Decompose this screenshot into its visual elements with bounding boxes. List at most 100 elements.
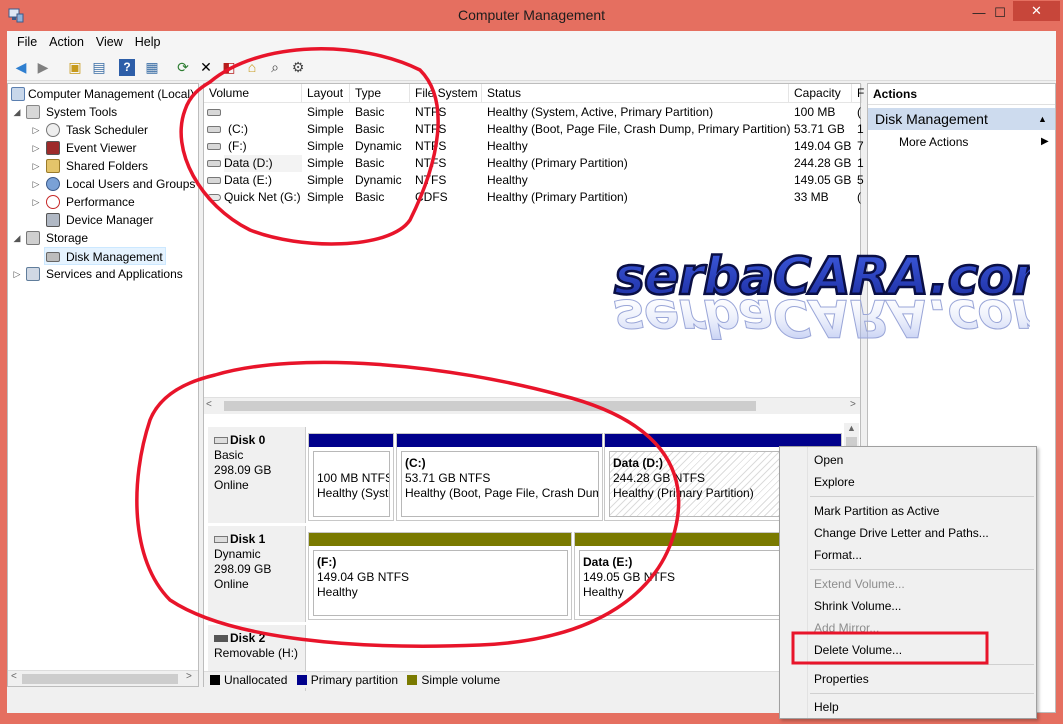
menu-item-help[interactable]: Help <box>814 696 839 718</box>
show-hide-tree-icon[interactable]: ▤ <box>89 57 109 77</box>
primary-partition-swatch <box>296 675 307 685</box>
refresh-icon[interactable]: ⟳ <box>173 57 193 77</box>
actions-header: Actions <box>868 84 1055 105</box>
tree-node-performance[interactable]: ▷ Performance <box>8 193 198 211</box>
menu-item-format[interactable]: Format... <box>814 544 862 566</box>
scrollbar-thumb[interactable] <box>224 401 756 411</box>
performance-icon <box>46 195 60 209</box>
tree-node-task-scheduler[interactable]: ▷ Task Scheduler <box>8 121 198 139</box>
tree-node-storage[interactable]: ◢ Storage <box>8 229 198 247</box>
device-manager-icon <box>46 213 60 227</box>
collapsed-arrow-icon[interactable]: ▷ <box>31 157 41 175</box>
volume-row[interactable]: (C:) Simple Basic NTFS Healthy (Boot, Pa… <box>204 121 864 138</box>
scroll-right-icon[interactable]: > <box>850 399 856 410</box>
menu-item-mark-active[interactable]: Mark Partition as Active <box>814 500 939 522</box>
expanded-arrow-icon[interactable]: ◢ <box>12 229 22 247</box>
toolbar: ◀ ▶ ▣ ▤ ? ▦ ⟳ ✕ ◧ ⌂ ⌕ ⚙ <box>7 53 1056 81</box>
tree-node-event-viewer[interactable]: ▷ Event Viewer <box>8 139 198 157</box>
title-bar: Computer Management — ☐ ✕ <box>0 0 1063 31</box>
tree-horizontal-scrollbar[interactable]: < > <box>8 670 198 686</box>
help-icon[interactable]: ? <box>119 59 135 76</box>
legend: Unallocated Primary partition Simple vol… <box>204 671 860 688</box>
menu-item-delete-volume[interactable]: Delete Volume... <box>814 639 902 661</box>
context-menu: Open Explore Mark Partition as Active Ch… <box>779 446 1037 719</box>
maximize-button[interactable]: ☐ <box>987 4 1013 24</box>
menu-action[interactable]: Action <box>43 31 90 53</box>
watermark-logo: serbaCARA.com serbaCARA.com <box>613 248 1030 348</box>
computer-icon <box>11 87 25 101</box>
scroll-left-icon[interactable]: < <box>11 671 17 682</box>
properties-icon[interactable]: ◧ <box>219 57 239 77</box>
scroll-up-icon[interactable]: ▲ <box>847 423 856 433</box>
menu-item-shrink-volume[interactable]: Shrink Volume... <box>814 595 901 617</box>
more-actions[interactable]: More Actions ▶ <box>868 132 1055 152</box>
forward-arrow-icon[interactable]: ▶ <box>33 57 53 77</box>
column-free-space[interactable]: F <box>852 84 864 103</box>
column-file-system[interactable]: File System <box>410 84 482 103</box>
menu-item-properties[interactable]: Properties <box>814 668 869 690</box>
expanded-arrow-icon[interactable]: ◢ <box>12 103 22 121</box>
volume-row[interactable]: Simple Basic NTFS Healthy (System, Activ… <box>204 104 861 121</box>
column-volume[interactable]: Volume <box>204 84 302 103</box>
menu-item-explore[interactable]: Explore <box>814 471 855 493</box>
volume-list-horizontal-scrollbar[interactable]: < > <box>204 397 860 414</box>
up-folder-icon[interactable]: ▣ <box>65 57 85 77</box>
volume-row[interactable]: (F:) Simple Dynamic NTFS Healthy 149.04 … <box>204 138 864 155</box>
search-icon[interactable]: ⌕ <box>265 57 285 77</box>
actions-section-disk-management[interactable]: Disk Management ▲ <box>868 108 1055 130</box>
submenu-arrow-icon: ▶ <box>1041 136 1049 147</box>
collapsed-arrow-icon[interactable]: ▷ <box>12 265 22 283</box>
event-log-icon <box>46 141 60 155</box>
back-arrow-icon[interactable]: ◀ <box>11 57 31 77</box>
column-capacity[interactable]: Capacity <box>789 84 852 103</box>
disk-0-label[interactable]: Disk 0 Basic 298.09 GB Online <box>208 427 306 523</box>
removable-disk-icon <box>214 635 228 642</box>
column-layout[interactable]: Layout <box>302 84 350 103</box>
collapsed-arrow-icon[interactable]: ▷ <box>31 139 41 157</box>
tree-node-services[interactable]: ▷ Services and Applications <box>8 265 198 283</box>
services-icon <box>26 267 40 281</box>
volume-row[interactable]: Data (E:) Simple Dynamic NTFS Healthy 14… <box>204 172 864 189</box>
collapsed-arrow-icon[interactable]: ▷ <box>31 175 41 193</box>
delete-icon[interactable]: ✕ <box>196 57 216 77</box>
disk-icon <box>46 252 60 262</box>
column-status[interactable]: Status <box>482 84 789 103</box>
show-hide-action-pane-icon[interactable]: ▦ <box>142 57 162 77</box>
collapsed-arrow-icon[interactable]: ▷ <box>31 121 41 139</box>
partition-system-reserved[interactable]: 100 MB NTFS Healthy (Syste <box>308 433 394 521</box>
simple-volume-swatch <box>407 675 418 685</box>
collapsed-arrow-icon[interactable]: ▷ <box>31 193 41 211</box>
console-tree: Computer Management (Local) ◢ System Too… <box>7 83 199 687</box>
tree-node-system-tools[interactable]: ◢ System Tools <box>8 103 198 121</box>
drive-icon <box>207 160 221 167</box>
menu-item-open[interactable]: Open <box>814 449 843 471</box>
tree-node-disk-management[interactable]: Disk Management <box>44 247 166 265</box>
settings-icon[interactable]: ⚙ <box>288 57 308 77</box>
close-button[interactable]: ✕ <box>1013 1 1060 21</box>
disk-icon <box>214 437 228 444</box>
tree-node-device-manager[interactable]: Device Manager <box>8 211 198 229</box>
volume-row[interactable]: Data (D:) Simple Basic NTFS Healthy (Pri… <box>204 155 864 172</box>
scrollbar-thumb[interactable] <box>22 674 178 684</box>
partition-f[interactable]: (F:) 149.04 GB NTFS Healthy <box>308 532 572 620</box>
disk-management-pane: Volume Layout Type File System Status Ca… <box>203 83 864 691</box>
menu-item-extend-volume: Extend Volume... <box>814 577 905 591</box>
tree-node-computer-management[interactable]: Computer Management (Local) <box>8 85 198 103</box>
collapse-arrow-icon[interactable]: ▲ <box>1038 108 1047 130</box>
menu-item-change-drive-letter[interactable]: Change Drive Letter and Paths... <box>814 522 989 544</box>
scroll-right-icon[interactable]: > <box>186 671 192 682</box>
disk-1-label[interactable]: Disk 1 Dynamic 298.09 GB Online <box>208 526 306 622</box>
tree-node-local-users[interactable]: ▷ Local Users and Groups <box>8 175 198 193</box>
volume-row[interactable]: Quick Net (G:) Simple Basic CDFS Healthy… <box>204 189 861 206</box>
open-icon[interactable]: ⌂ <box>242 57 262 77</box>
column-type[interactable]: Type <box>350 84 410 103</box>
menu-view[interactable]: View <box>90 31 129 53</box>
drive-icon <box>207 126 221 133</box>
menu-help[interactable]: Help <box>129 31 167 53</box>
tree-node-shared-folders[interactable]: ▷ Shared Folders <box>8 157 198 175</box>
partition-c[interactable]: (C:) 53.71 GB NTFS Healthy (Boot, Page F… <box>396 433 603 521</box>
menu-file[interactable]: File <box>11 31 43 53</box>
window-title: Computer Management <box>457 7 606 23</box>
shared-folder-icon <box>46 159 60 173</box>
scroll-left-icon[interactable]: < <box>206 399 212 410</box>
